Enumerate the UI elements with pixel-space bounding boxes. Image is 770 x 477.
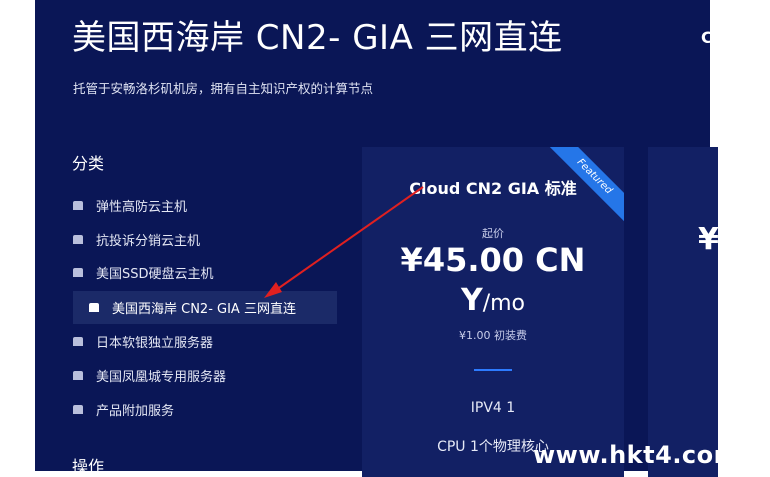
annotation-arrow (264, 186, 424, 298)
watermark: www.hkt4.com (533, 441, 740, 469)
